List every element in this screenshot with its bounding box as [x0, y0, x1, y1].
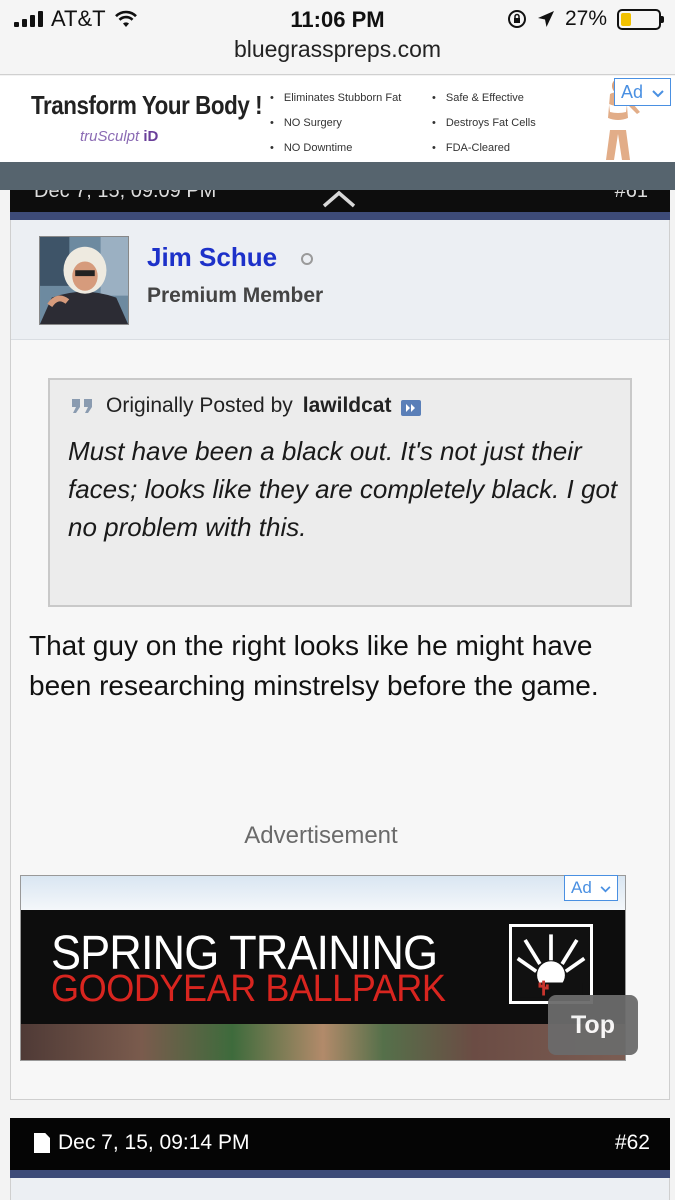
ad-brand: truSculpt iD [80, 128, 158, 145]
ad-feature: NO Downtime [270, 136, 401, 161]
prev-post-date: Dec 7, 15, 09:09 PM [34, 190, 217, 202]
ios-status-bar: AT&T 11:06 PM 27% bluegrasspreps.com [0, 0, 675, 75]
ad-feature: Safe & Effective [432, 86, 536, 111]
next-post-userbox [10, 1178, 670, 1200]
next-post-number[interactable]: #62 [615, 1131, 650, 1155]
battery-icon [617, 8, 664, 30]
quote-icon [72, 399, 92, 413]
ad-choices-button[interactable]: Ad [614, 78, 672, 106]
location-arrow-icon [537, 11, 554, 27]
post-card: Jim Schue Premium Member Originally Post… [10, 220, 670, 1100]
next-post-date: Dec 7, 15, 09:14 PM [58, 1131, 250, 1154]
ad-crowd-image [21, 1024, 625, 1060]
prev-post-number: #61 [614, 190, 648, 202]
ad-sky [21, 876, 625, 910]
spring-training-ad[interactable]: SPRING TRAINING GOODYEAR BALLPARK [20, 875, 626, 1061]
view-post-icon[interactable] [401, 399, 422, 417]
ad-brand-suffix: iD [143, 128, 159, 145]
advertisement-label: Advertisement [244, 822, 398, 849]
ad-chip-label: Ad [571, 878, 592, 897]
ad-features-col1: Eliminates Stubborn Fat NO Surgery NO Do… [270, 86, 401, 161]
ad-feature: NO Surgery [270, 111, 401, 136]
ad-headline: Transform Your Body ! [31, 90, 263, 120]
chevron-down-icon [652, 90, 664, 98]
quote-text: Must have been a black out. It's not jus… [68, 436, 618, 542]
quote-header: Originally Posted by lawildcat [70, 394, 422, 418]
ad-features-col2: Safe & Effective Destroys Fat Cells FDA-… [432, 86, 536, 161]
avatar[interactable] [39, 236, 129, 325]
post-icon [34, 1133, 50, 1153]
quote-prefix: Originally Posted by [106, 394, 293, 417]
address-bar-url[interactable]: bluegrasspreps.com [0, 36, 675, 63]
ad-feature: Eliminates Stubborn Fat [270, 86, 401, 111]
battery-percent: 27% [564, 7, 607, 30]
chevron-down-icon [600, 886, 611, 893]
ad-line2: GOODYEAR BALLPARK [51, 968, 446, 1010]
status-right: 27% [507, 6, 664, 32]
quote-block: Originally Posted by lawildcat Must have… [48, 378, 632, 607]
battery-fill [621, 12, 631, 26]
username-link[interactable]: Jim Schue [147, 242, 277, 273]
user-info: Jim Schue Premium Member [11, 220, 669, 340]
offline-status-icon [301, 253, 313, 265]
rotation-lock-icon [507, 10, 526, 28]
ad-brand-name: truSculpt [80, 128, 140, 145]
quote-author: lawildcat [302, 394, 392, 417]
top-banner-ad[interactable]: Transform Your Body ! truSculpt iD Elimi… [0, 76, 675, 162]
post-header-strip [10, 212, 670, 220]
user-rank: Premium Member [147, 284, 324, 307]
next-post-header: Dec 7, 15, 09:14 PM #62 [10, 1118, 670, 1170]
ad-choices-button[interactable]: Ad [564, 875, 618, 901]
ballpark-logo-icon [509, 924, 593, 1004]
post-body: That guy on the right looks like he migh… [29, 630, 599, 701]
ad-feature: Destroys Fat Cells [432, 111, 536, 136]
post-header-strip [10, 1170, 670, 1178]
ad-feature: FDA-Cleared [432, 136, 536, 161]
chevron-up-icon[interactable] [322, 188, 356, 210]
ad-chip-label: Ad [621, 82, 644, 102]
scroll-to-top-button[interactable]: Top [548, 995, 638, 1055]
site-nav-bar [0, 162, 675, 190]
